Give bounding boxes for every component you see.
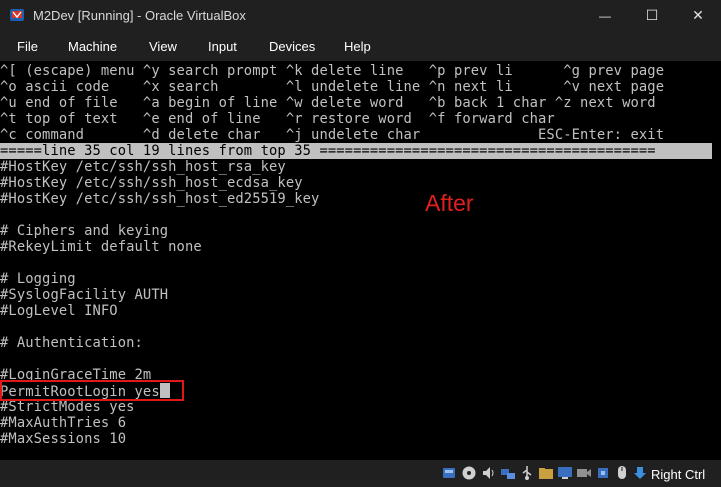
help-line: ^[ (escape) menu ^y search prompt ^k del…	[0, 63, 665, 79]
help-line: ^u end of file ^a begin of line ^w delet…	[0, 95, 656, 111]
highlight-box	[0, 380, 184, 401]
host-key-label: Right Ctrl	[651, 467, 706, 482]
minimize-button[interactable]: —	[582, 0, 628, 31]
file-line: # Authentication:	[0, 335, 143, 351]
file-line: #HostKey /etc/ssh/ssh_host_rsa_key	[0, 159, 286, 175]
help-line: ^c command ^d delete char ^j undelete ch…	[0, 127, 665, 143]
after-annotation: After	[425, 190, 474, 216]
help-line: ^o ascii code ^x search ^l undelete line…	[0, 79, 665, 95]
virtualbox-app-icon	[10, 9, 24, 21]
file-line: #HostKey /etc/ssh/ssh_host_ed25519_key	[0, 191, 320, 207]
optical-icon[interactable]	[461, 465, 477, 481]
vm-screen[interactable]: ^[ (escape) menu ^y search prompt ^k del…	[0, 61, 721, 460]
editor-status-line: =====line 35 col 19 lines from top 35 ==…	[0, 143, 712, 159]
file-line: #RekeyLimit default none	[0, 239, 202, 255]
menu-file[interactable]: File	[17, 39, 38, 54]
file-line: #HostKey /etc/ssh/ssh_host_ecdsa_key	[0, 175, 303, 191]
menu-view[interactable]: View	[149, 39, 177, 54]
status-bar: Right Ctrl	[0, 460, 721, 487]
menu-input[interactable]: Input	[208, 39, 237, 54]
title-bar: M2Dev [Running] - Oracle VirtualBox — ☐ …	[0, 0, 721, 31]
host-key-icon[interactable]	[632, 465, 648, 481]
window-title: M2Dev [Running] - Oracle VirtualBox	[33, 8, 246, 23]
network-icon[interactable]	[500, 465, 516, 481]
minimize-icon: —	[599, 8, 611, 23]
file-line: #MaxAuthTries 6	[0, 415, 127, 431]
menu-machine[interactable]: Machine	[68, 39, 117, 54]
mouse-integration-icon[interactable]	[614, 465, 630, 481]
file-line: #SyslogFacility AUTH	[0, 287, 169, 303]
close-button[interactable]: ✕	[675, 0, 721, 31]
menu-bar: File Machine View Input Devices Help	[0, 31, 721, 61]
video-capture-icon[interactable]	[576, 465, 592, 481]
maximize-button[interactable]: ☐	[629, 0, 675, 31]
usb-icon[interactable]	[519, 465, 535, 481]
menu-help[interactable]: Help	[344, 39, 371, 54]
help-line: ^t top of text ^e end of line ^r restore…	[0, 111, 555, 127]
display-icon[interactable]	[557, 465, 573, 481]
shared-folder-icon[interactable]	[538, 465, 554, 481]
audio-icon[interactable]	[481, 465, 497, 481]
maximize-icon: ☐	[645, 7, 659, 23]
file-line: #LogLevel INFO	[0, 303, 118, 319]
menu-devices[interactable]: Devices	[269, 39, 315, 54]
close-icon: ✕	[692, 7, 704, 23]
cpu-icon[interactable]	[595, 465, 611, 481]
file-line: #StrictModes yes	[0, 399, 135, 415]
file-line: # Logging	[0, 271, 76, 287]
file-line: # Ciphers and keying	[0, 223, 169, 239]
disk-icon[interactable]	[441, 465, 457, 481]
file-line: #MaxSessions 10	[0, 431, 127, 447]
